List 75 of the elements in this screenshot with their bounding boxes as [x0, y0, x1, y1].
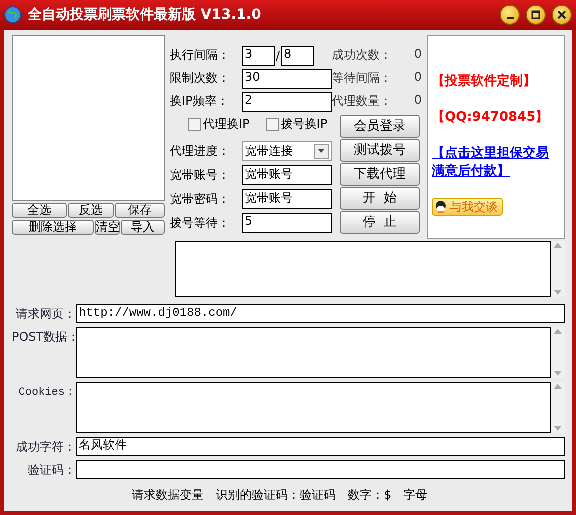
list-button[interactable]: 删除选择 [12, 220, 94, 235]
field-label: 验证码： [27, 462, 76, 479]
text-area[interactable] [76, 382, 551, 433]
scroll-up-icon[interactable] [554, 329, 562, 334]
stat-value: 0 [414, 47, 422, 64]
scroll-down-icon[interactable] [554, 371, 562, 376]
stat-value: 0 [414, 93, 422, 110]
action-button[interactable]: 开 始 [340, 187, 420, 210]
field-label: 请求网页： [15, 306, 76, 323]
input-field[interactable]: 3 [242, 46, 275, 66]
field-label: 代理进度： [170, 142, 231, 160]
input-field[interactable]: http://www.dj0188.com/ [76, 304, 565, 323]
field-label: 宽带账号： [170, 166, 231, 184]
action-button[interactable]: 停 止 [340, 211, 420, 234]
status-text: 请求数据变量 [132, 487, 204, 504]
maximize-icon [531, 10, 541, 20]
field-label: 宽带密码： [170, 190, 231, 208]
close-button[interactable] [552, 5, 572, 25]
field-label: POST数据： [12, 329, 76, 346]
scrollbar[interactable] [551, 327, 565, 378]
input-field[interactable]: 5 [242, 213, 332, 233]
caret-icon [318, 149, 325, 153]
checkbox-label: 代理换IP [203, 116, 250, 132]
input-field[interactable]: 30 [242, 68, 332, 89]
action-button[interactable]: 下载代理 [340, 163, 420, 186]
field-label: 拨号等待： [170, 214, 231, 232]
input-field[interactable]: 8 [281, 46, 314, 66]
log-area[interactable] [175, 241, 551, 297]
field-label: 执行间隔： [170, 47, 231, 64]
scroll-down-icon[interactable] [554, 290, 562, 295]
list-button[interactable]: 反选 [68, 203, 114, 218]
maximize-button[interactable] [526, 5, 546, 25]
checkbox[interactable] [266, 118, 279, 130]
dropdown[interactable]: 宽带连接 [242, 141, 332, 161]
input-field[interactable]: 宽带账号 [242, 189, 332, 209]
status-text: 数字：$ [348, 487, 392, 504]
window-title: 全自动投票刷票软件最新版 V13.1.0 [28, 6, 262, 24]
list-button[interactable]: 全选 [12, 203, 67, 218]
stat-label: 成功次数： [332, 47, 392, 64]
close-icon [557, 10, 567, 20]
scroll-down-icon[interactable] [554, 426, 562, 431]
payment-link[interactable]: 【点击这里担保交易满意后付款】 [432, 144, 560, 180]
field-label: 成功字符： [15, 439, 76, 456]
scroll-up-icon[interactable] [554, 384, 562, 389]
scroll-up-icon[interactable] [554, 243, 562, 248]
stat-label: 等待间隔： [332, 70, 392, 88]
separator-text: / [275, 48, 282, 63]
scrollbar[interactable] [551, 382, 565, 433]
field-label: Cookies： [18, 386, 76, 399]
status-text: 字母 [404, 487, 428, 504]
scrollbar[interactable] [551, 241, 565, 297]
stat-value: 0 [414, 70, 422, 86]
stat-label: 代理数量： [332, 93, 392, 110]
list-button[interactable]: 清空 [95, 220, 120, 235]
minimize-icon [506, 17, 514, 19]
ad-text: 【QQ:9470845】 [432, 109, 550, 126]
penguin-icon [434, 200, 448, 214]
text-area[interactable] [76, 327, 551, 378]
ad-text: 【投票软件定制】 [432, 72, 537, 90]
list-button[interactable]: 导入 [121, 220, 165, 235]
input-field[interactable] [76, 460, 565, 479]
checkbox[interactable] [188, 118, 201, 130]
field-label: 换IP频率： [170, 93, 230, 110]
status-text: 识别的验证码：验证码 [216, 487, 336, 504]
action-button[interactable]: 测试拨号 [340, 139, 420, 162]
minimize-button[interactable] [500, 5, 520, 25]
field-label: 限制次数： [170, 70, 231, 88]
input-field[interactable]: 宽带账号 [242, 165, 332, 185]
checkbox-label: 拨号换IP [280, 116, 328, 132]
globe-icon [4, 6, 22, 24]
list-button[interactable]: 保存 [115, 203, 165, 218]
input-field[interactable]: 名风软件 [76, 437, 565, 456]
list-box[interactable] [12, 35, 165, 201]
action-button[interactable]: 会员登录 [340, 115, 420, 138]
input-field[interactable]: 2 [242, 92, 332, 112]
